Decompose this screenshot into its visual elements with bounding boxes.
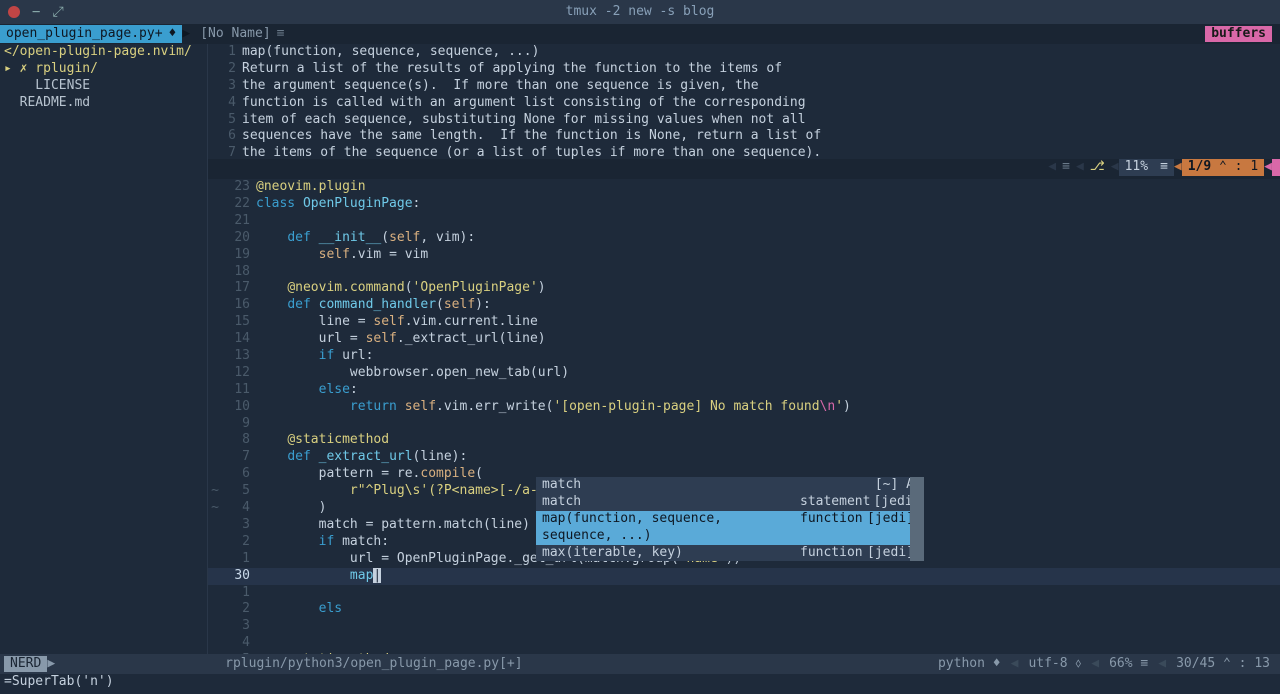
code-line[interactable]: 20 def __init__(self, vim): bbox=[208, 230, 1280, 247]
hamburger-icon: ≡ bbox=[277, 26, 285, 43]
signature-help: map(function, sequence, sequence, ...) bbox=[242, 44, 539, 59]
window-titlebar: − ⤢ tmux -2 new -s blog bbox=[0, 0, 1280, 24]
completion-scrollbar[interactable] bbox=[910, 477, 924, 561]
completion-menu[interactable]: match[~] Amatchstatement[jedi]map(functi… bbox=[536, 477, 910, 561]
split-statusline: ◀ ≡ ◀ ⎇ ◀ 11% ≡ ◀ 1/9 ⌃ : 1 ◀ bbox=[208, 159, 1280, 179]
code-line[interactable]: 11 else: bbox=[208, 382, 1280, 399]
chevron-right-icon: ▶ bbox=[182, 26, 190, 43]
completion-item[interactable]: max(iterable, key)function[jedi] bbox=[536, 545, 910, 562]
file-path: rplugin/python3/open_plugin_page.py[+] bbox=[225, 656, 522, 673]
position: 30/45 ⌃ : 13 bbox=[1170, 656, 1276, 673]
code-line[interactable]: 9 bbox=[208, 416, 1280, 433]
code-line[interactable]: 18 bbox=[208, 264, 1280, 281]
code-line[interactable]: 13 if url: bbox=[208, 348, 1280, 365]
tab-active[interactable]: open_plugin_page.py+ ♦ bbox=[0, 25, 182, 44]
tree-item[interactable]: README.md bbox=[0, 95, 207, 112]
minimize-icon[interactable]: − bbox=[32, 3, 40, 21]
branch-icon: ⎇ bbox=[1084, 159, 1111, 176]
buffers-badge[interactable]: buffers bbox=[1205, 26, 1272, 43]
chevron-right-icon: ▶ bbox=[47, 656, 55, 673]
percent: 11% bbox=[1119, 159, 1154, 176]
completion-item[interactable]: matchstatement[jedi] bbox=[536, 494, 910, 511]
file-tree-sidebar[interactable]: </open-plugin-page.nvim/ ▸ ✗ rplugin/ LI… bbox=[0, 44, 208, 654]
tab-label: open_plugin_page.py+ bbox=[6, 26, 163, 43]
maximize-icon[interactable]: ⤢ bbox=[52, 3, 63, 21]
code-line[interactable]: 4 bbox=[208, 635, 1280, 652]
statusline: NERD ▶ rplugin/python3/open_plugin_page.… bbox=[0, 654, 1280, 674]
code-line[interactable]: 17 @neovim.command('OpenPluginPage') bbox=[208, 280, 1280, 297]
code-line[interactable]: 12 webbrowser.open_new_tab(url) bbox=[208, 365, 1280, 382]
code-line[interactable]: 30 map| bbox=[208, 568, 1280, 585]
doc-line: 4function is called with an argument lis… bbox=[208, 95, 1280, 112]
doc-line: 3the argument sequence(s). If more than … bbox=[208, 78, 1280, 95]
tab-label: [No Name] bbox=[200, 26, 270, 43]
tree-item[interactable]: ▸ ✗ rplugin/ bbox=[0, 61, 207, 78]
code-line[interactable]: 15 line = self.vim.current.line bbox=[208, 314, 1280, 331]
modified-icon: ♦ bbox=[169, 26, 177, 43]
code-line[interactable]: 2 els bbox=[208, 601, 1280, 618]
tree-root[interactable]: </open-plugin-page.nvim/ bbox=[0, 44, 207, 61]
code-line[interactable]: 3 bbox=[208, 618, 1280, 635]
buffer-tabline: open_plugin_page.py+ ♦ ▶ [No Name] ≡ buf… bbox=[0, 24, 1280, 44]
completion-item[interactable]: map(function, sequence, sequence, ...)fu… bbox=[536, 511, 910, 545]
lines-icon: ≡ bbox=[1056, 159, 1076, 176]
code-line[interactable]: 7 def _extract_url(line): bbox=[208, 449, 1280, 466]
completion-item[interactable]: match[~] A bbox=[536, 477, 910, 494]
code-line[interactable]: 1 bbox=[208, 585, 1280, 602]
code-line[interactable]: 21 bbox=[208, 213, 1280, 230]
filetype: python ♦ bbox=[932, 656, 1007, 673]
code-line[interactable]: 22class OpenPluginPage: bbox=[208, 196, 1280, 213]
window-title: tmux -2 new -s blog bbox=[566, 4, 715, 21]
doc-line: 2Return a list of the results of applyin… bbox=[208, 61, 1280, 78]
code-line[interactable]: 23@neovim.plugin bbox=[208, 179, 1280, 196]
encoding: utf-8 ⬨ bbox=[1022, 656, 1087, 673]
tab-inactive[interactable]: [No Name] ≡ bbox=[190, 26, 294, 43]
percent: 66% ≡ bbox=[1103, 656, 1154, 673]
code-line[interactable]: 8 @staticmethod bbox=[208, 432, 1280, 449]
command-line[interactable]: =SuperTab('n') bbox=[0, 674, 1280, 694]
close-icon[interactable] bbox=[8, 6, 20, 18]
editor-pane[interactable]: 1map(function, sequence, sequence, ...) … bbox=[208, 44, 1280, 654]
lineinfo: 1/9 ⌃ : 1 bbox=[1182, 159, 1264, 176]
code-line[interactable]: 14 url = self._extract_url(line) bbox=[208, 331, 1280, 348]
doc-line: 5item of each sequence, substituting Non… bbox=[208, 112, 1280, 129]
code-line[interactable]: 5 @staticmethod bbox=[208, 652, 1280, 654]
doc-line: 6sequences have the same length. If the … bbox=[208, 128, 1280, 145]
nerd-mode-badge: NERD bbox=[4, 656, 47, 673]
code-line[interactable]: 16 def command_handler(self): bbox=[208, 297, 1280, 314]
code-line[interactable]: 10 return self.vim.err_write('[open-plug… bbox=[208, 399, 1280, 416]
tree-item[interactable]: LICENSE bbox=[0, 78, 207, 95]
code-line[interactable]: 19 self.vim = vim bbox=[208, 247, 1280, 264]
